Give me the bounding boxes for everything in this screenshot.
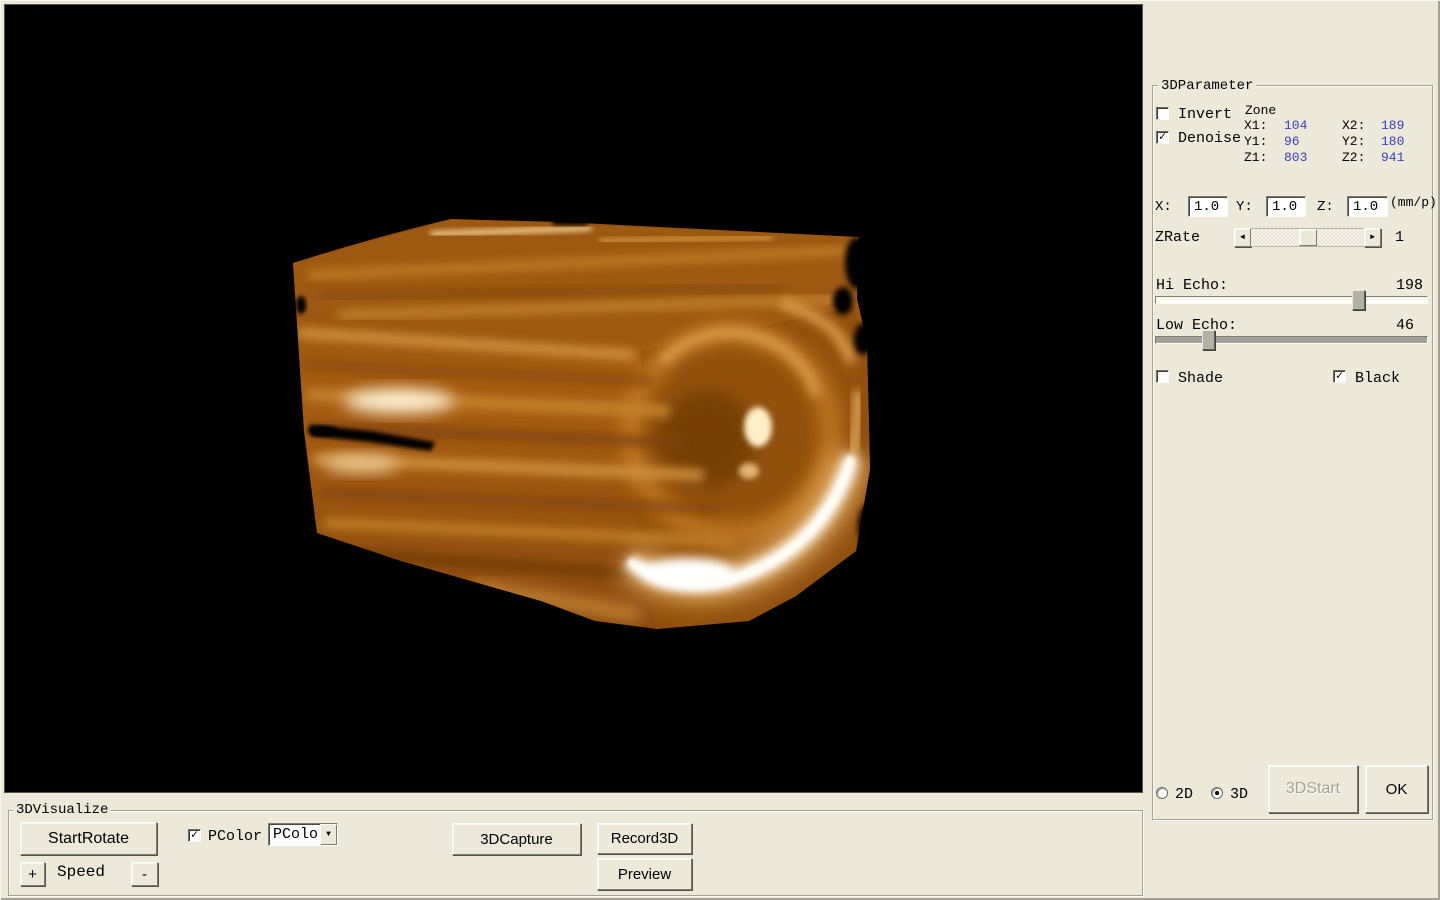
zone-x1-value: 104 (1284, 119, 1307, 132)
dropdown-arrow-icon[interactable]: ▼ (320, 824, 337, 845)
low-echo-slider-thumb[interactable] (1202, 330, 1215, 350)
zrate-value: 1 (1395, 230, 1404, 245)
3dstart-button[interactable]: 3DStart (1268, 765, 1358, 813)
pcolor-checkbox[interactable]: ✓ (188, 829, 201, 842)
record3d-button[interactable]: Record3D (597, 823, 692, 854)
low-echo-label: Low Echo: (1156, 318, 1237, 333)
scale-y-label: Y: (1236, 200, 1253, 214)
zrate-scrollbar[interactable]: ◄ ► (1234, 228, 1381, 247)
hi-echo-slider-thumb[interactable] (1352, 290, 1365, 310)
zone-z2-value: 941 (1381, 151, 1404, 164)
invert-checkbox[interactable] (1156, 107, 1169, 120)
low-echo-slider-track[interactable] (1155, 336, 1428, 344)
mode-2d-label: 2D (1175, 787, 1193, 802)
speed-plus-button[interactable]: + (20, 862, 45, 886)
hi-echo-label: Hi Echo: (1156, 278, 1228, 293)
3dcapture-button[interactable]: 3DCapture (452, 823, 581, 855)
denoise-checkbox[interactable]: ✓ (1156, 131, 1169, 144)
zone-title: Zone (1245, 104, 1276, 117)
scale-y-input[interactable] (1266, 196, 1306, 217)
zone-z1-label: Z1: (1244, 151, 1267, 164)
hi-echo-value: 198 (1396, 278, 1423, 293)
zrate-label: ZRate (1155, 230, 1200, 245)
zone-y1-value: 96 (1284, 135, 1300, 148)
scale-z-label: Z: (1317, 200, 1334, 214)
pcolor-label: PColor (208, 829, 262, 844)
scale-x-label: X: (1155, 200, 1172, 214)
zone-y1-label: Y1: (1244, 135, 1267, 148)
zone-z1-value: 803 (1284, 151, 1307, 164)
zone-x2-label: X2: (1342, 119, 1365, 132)
shade-label: Shade (1178, 371, 1223, 386)
zrate-scroll-left-icon[interactable]: ◄ (1234, 228, 1251, 247)
speed-minus-button[interactable]: - (131, 862, 158, 886)
scale-unit-label: (mm/p) (1390, 196, 1437, 209)
zrate-scroll-thumb[interactable] (1299, 229, 1317, 246)
black-checkbox[interactable]: ✓ (1333, 370, 1346, 383)
shade-checkbox[interactable] (1156, 370, 1169, 383)
zone-z2-label: Z2: (1342, 151, 1365, 164)
pcolor-dropdown-value: PColor (269, 824, 320, 845)
invert-label: Invert (1178, 107, 1232, 122)
zrate-scroll-right-icon[interactable]: ► (1364, 228, 1381, 247)
low-echo-value: 46 (1396, 318, 1414, 333)
hi-echo-slider-track[interactable] (1155, 296, 1428, 304)
zone-x1-label: X1: (1244, 119, 1267, 132)
ultrasound-volume-render (5, 5, 1144, 794)
denoise-label: Denoise (1178, 131, 1241, 146)
pcolor-dropdown[interactable]: PColor ▼ (268, 823, 338, 846)
scale-x-input[interactable] (1188, 196, 1228, 217)
preview-button[interactable]: Preview (597, 858, 692, 890)
mode-2d-radio[interactable] (1156, 787, 1168, 799)
mode-3d-radio[interactable] (1211, 787, 1223, 799)
3d-viewport[interactable] (4, 4, 1143, 793)
zone-y2-label: Y2: (1342, 135, 1365, 148)
scale-z-input[interactable] (1347, 196, 1388, 217)
black-label: Black (1355, 371, 1400, 386)
zone-y2-value: 180 (1381, 135, 1404, 148)
mode-3d-label: 3D (1230, 787, 1248, 802)
ok-button[interactable]: OK (1365, 765, 1428, 813)
visualize-group-title: 3DVisualize (13, 803, 111, 817)
zone-x2-value: 189 (1381, 119, 1404, 132)
speed-label: Speed (57, 865, 105, 880)
app-window: 3DParameter Invert ✓ Denoise Zone X1: 10… (0, 0, 1440, 900)
start-rotate-button[interactable]: StartRotate (20, 822, 157, 855)
parameter-group-title: 3DParameter (1158, 79, 1256, 93)
zrate-scroll-track[interactable] (1251, 228, 1364, 247)
